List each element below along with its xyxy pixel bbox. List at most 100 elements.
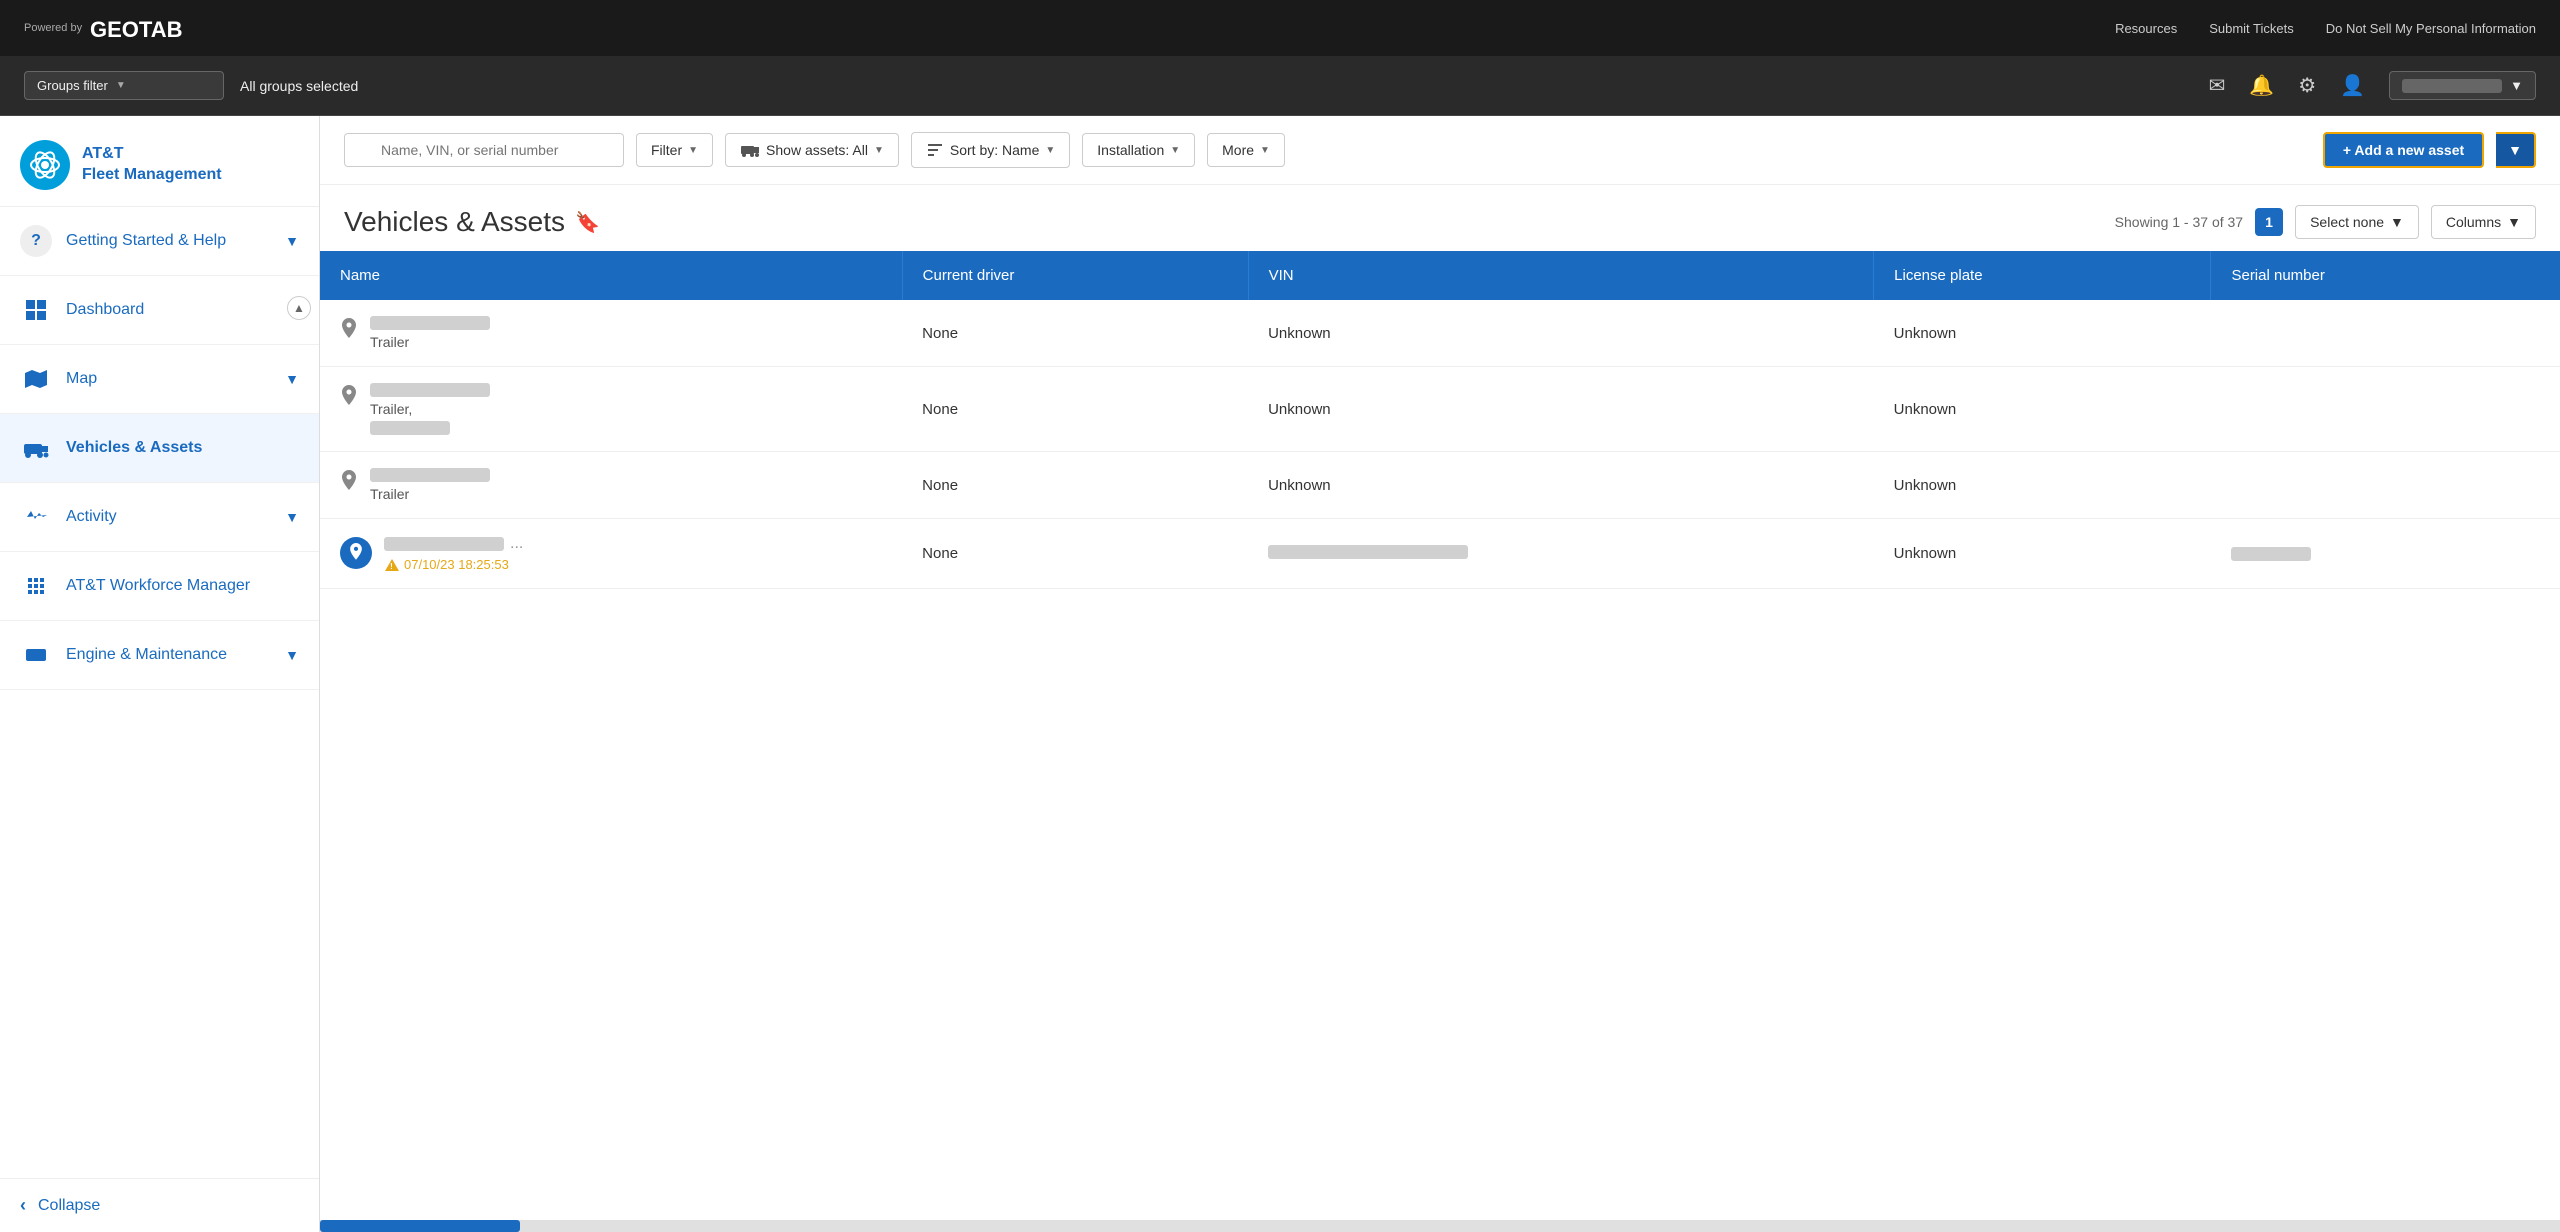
bell-icon[interactable]: 🔔 [2249, 73, 2274, 98]
toolbar: 🔍 Filter ▼ Show assets: All [320, 116, 2560, 185]
filter-button[interactable]: Filter ▼ [636, 133, 713, 167]
show-assets-button[interactable]: Show assets: All ▼ [725, 133, 899, 167]
svg-text:!: ! [390, 562, 393, 571]
sidebar-item-map[interactable]: Map ▼ [0, 345, 319, 414]
sidebar-item-att-workforce[interactable]: AT&T Workforce Manager [0, 552, 319, 621]
sidebar-item-label: Dashboard [66, 301, 299, 319]
sidebar-item-getting-started[interactable]: ? Getting Started & Help ▼ [0, 207, 319, 276]
sidebar-chevron-icon: ▼ [285, 371, 299, 387]
more-label: More [1222, 142, 1254, 158]
show-assets-label: Show assets: All [766, 142, 868, 158]
sidebar-item-engine-maintenance[interactable]: Engine & Maintenance ▼ [0, 621, 319, 690]
blurred-serial [2231, 547, 2311, 561]
columns-button[interactable]: Columns ▼ [2431, 205, 2536, 239]
asset-name: Trailer [370, 316, 490, 350]
table-row[interactable]: ... ! 07/10/23 18:25:53 None [320, 519, 2560, 589]
vehicles-icon [20, 432, 52, 464]
groups-filter-chevron-icon: ▼ [116, 80, 126, 91]
page-header: Vehicles & Assets 🔖 Showing 1 - 37 of 37… [320, 185, 2560, 251]
page-header-right: Showing 1 - 37 of 37 1 Select none ▼ Col… [2115, 205, 2536, 239]
blurred-vin [1268, 545, 1468, 559]
col-driver: Current driver [902, 251, 1248, 300]
page-title-area: Vehicles & Assets 🔖 [344, 206, 600, 238]
sort-by-button[interactable]: Sort by: Name ▼ [911, 132, 1070, 168]
table-row[interactable]: Trailer, None Unknown Unknown [320, 367, 2560, 452]
groups-filter-button[interactable]: Groups filter ▼ [24, 71, 224, 100]
add-asset-button[interactable]: + Add a new asset [2323, 132, 2484, 168]
filter-bar: Groups filter ▼ All groups selected ✉ 🔔 … [0, 56, 2560, 116]
sidebar-scroll-up-button[interactable]: ▲ [287, 296, 311, 320]
scrollbar-thumb[interactable] [320, 1220, 520, 1232]
sidebar-item-label: Activity [66, 508, 271, 526]
serial-cell [2211, 452, 2560, 519]
blurred-name [370, 383, 490, 397]
columns-chevron-icon: ▼ [2507, 214, 2521, 230]
activity-icon [20, 501, 52, 533]
logo-area: Powered by GEOTAB [24, 13, 210, 43]
sidebar-item-vehicles-assets[interactable]: Vehicles & Assets [0, 414, 319, 483]
collapse-label: Collapse [38, 1197, 100, 1215]
all-groups-text: All groups selected [240, 78, 358, 94]
sidebar-item-label: Getting Started & Help [66, 232, 271, 250]
filter-bar-icons: ✉ 🔔 ⚙ 👤 ▼ [2209, 71, 2536, 100]
table-row[interactable]: Trailer None Unknown Unknown [320, 300, 2560, 367]
license-cell: Unknown [1874, 452, 2211, 519]
license-cell: Unknown [1874, 519, 2211, 589]
columns-label: Columns [2446, 214, 2501, 230]
page-number-badge[interactable]: 1 [2255, 208, 2283, 236]
add-asset-label: + Add a new asset [2343, 142, 2464, 158]
license-cell: Unknown [1874, 367, 2211, 452]
geotab-logo: GEOTAB [90, 13, 210, 43]
vin-cell: Unknown [1248, 367, 1874, 452]
bookmark-icon[interactable]: 🔖 [575, 210, 600, 235]
warning-date: ! 07/10/23 18:25:53 [384, 557, 523, 572]
top-bar-links: Resources Submit Tickets Do Not Sell My … [2115, 21, 2536, 36]
gear-icon[interactable]: ⚙ [2298, 73, 2316, 98]
powered-by-text: Powered by [24, 22, 82, 34]
groups-filter-label: Groups filter [37, 78, 108, 93]
collapse-button[interactable]: ‹ Collapse [0, 1178, 319, 1232]
horizontal-scrollbar[interactable] [320, 1220, 2560, 1232]
sidebar-item-label: Engine & Maintenance [66, 646, 271, 664]
submit-tickets-link[interactable]: Submit Tickets [2209, 21, 2294, 36]
table-row[interactable]: Trailer None Unknown Unknown [320, 452, 2560, 519]
show-assets-chevron-icon: ▼ [874, 145, 884, 156]
license-cell: Unknown [1874, 300, 2211, 367]
serial-cell [2211, 519, 2560, 589]
table-header: Name Current driver VIN License plate Se… [320, 251, 2560, 300]
blurred-name [370, 468, 490, 482]
serial-cell [2211, 300, 2560, 367]
pin-icon [340, 470, 358, 499]
installation-label: Installation [1097, 142, 1164, 158]
sidebar-item-dashboard[interactable]: Dashboard [0, 276, 319, 345]
col-license: License plate [1874, 251, 2211, 300]
collapse-icon: ‹ [20, 1195, 26, 1216]
help-icon: ? [20, 225, 52, 257]
user-menu-button[interactable]: ▼ [2389, 71, 2536, 100]
select-none-chevron-icon: ▼ [2390, 214, 2404, 230]
more-dots-icon: ... [510, 535, 523, 553]
sidebar-header: AT&T Fleet Management [0, 116, 319, 207]
sort-icon [926, 141, 944, 159]
sidebar-item-activity[interactable]: Activity ▼ [0, 483, 319, 552]
page-title: Vehicles & Assets [344, 206, 565, 238]
content-area: 🔍 Filter ▼ Show assets: All [320, 116, 2560, 1232]
do-not-sell-link[interactable]: Do Not Sell My Personal Information [2326, 21, 2536, 36]
blurred-name [384, 537, 504, 551]
att-logo [20, 140, 70, 190]
truck-icon [740, 142, 760, 158]
mail-icon[interactable]: ✉ [2209, 73, 2226, 98]
user-icon[interactable]: 👤 [2340, 73, 2365, 98]
sidebar-chevron-icon: ▼ [285, 509, 299, 525]
add-asset-dropdown-button[interactable]: ▼ [2496, 132, 2536, 168]
showing-count-text: Showing 1 - 37 of 37 [2115, 214, 2243, 230]
sidebar: AT&T Fleet Management ▲ ? Getting Starte… [0, 116, 320, 1232]
vin-cell: Unknown [1248, 452, 1874, 519]
resources-link[interactable]: Resources [2115, 21, 2177, 36]
select-none-button[interactable]: Select none ▼ [2295, 205, 2419, 239]
more-button[interactable]: More ▼ [1207, 133, 1285, 167]
search-input[interactable] [344, 133, 624, 167]
installation-button[interactable]: Installation ▼ [1082, 133, 1195, 167]
asset-name: Trailer [370, 468, 490, 502]
app-name: AT&T Fleet Management [82, 144, 222, 186]
